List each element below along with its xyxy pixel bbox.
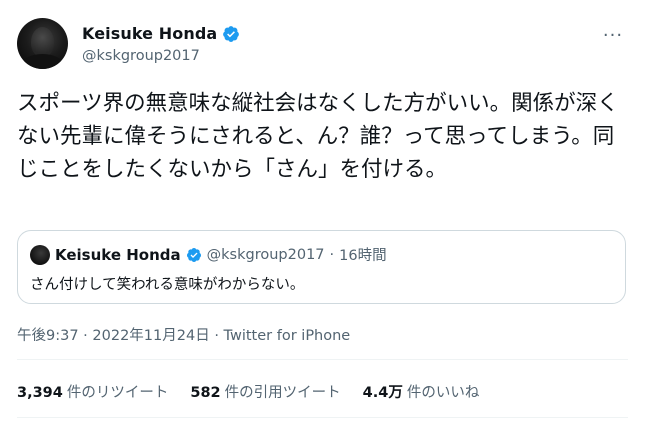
tweet-stats: 3,394 件のリツイート 582 件の引用ツイート 4.4万 件のいいね bbox=[17, 381, 479, 402]
quote-tweets-label: 件の引用ツイート bbox=[224, 385, 341, 401]
likes-label: 件のいいね bbox=[406, 385, 480, 401]
verified-badge-icon bbox=[223, 25, 240, 42]
tweet-header: Keisuke Honda @kskgroup2017 ··· bbox=[17, 16, 628, 72]
tweet-date[interactable]: 2022年11月24日 bbox=[92, 328, 209, 344]
quote-tweets-count: 582 bbox=[190, 385, 221, 401]
likes-count: 4.4万 bbox=[362, 385, 403, 401]
quoted-display-name: Keisuke Honda bbox=[55, 245, 181, 264]
tweet-text: スポーツ界の無意味な縦社会はなくした方がいい。関係が深くない先輩に偉そうにされる… bbox=[17, 91, 619, 182]
quoted-verified-badge-icon bbox=[186, 247, 201, 262]
quoted-tweet[interactable]: Keisuke Honda @kskgroup2017 · 16時間 さん付けし… bbox=[17, 230, 626, 304]
likes-stat[interactable]: 4.4万 件のいいね bbox=[363, 381, 480, 402]
tweet-timestamp: 午後9:37 · 2022年11月24日 · Twitter for iPhon… bbox=[17, 324, 350, 345]
retweets-stat[interactable]: 3,394 件のリツイート bbox=[17, 381, 168, 402]
quoted-time-ago: 16時間 bbox=[339, 248, 387, 264]
retweets-count: 3,394 bbox=[17, 385, 63, 401]
tweet-time[interactable]: 午後9:37 bbox=[17, 328, 79, 344]
divider bbox=[17, 359, 628, 360]
name-row: Keisuke Honda bbox=[82, 24, 240, 43]
author-display-name[interactable]: Keisuke Honda bbox=[82, 24, 217, 43]
timestamp-separator: · bbox=[83, 328, 88, 344]
avatar[interactable] bbox=[17, 18, 68, 69]
quoted-tweet-header: Keisuke Honda @kskgroup2017 · 16時間 bbox=[30, 244, 387, 265]
quoted-tweet-text: さん付けして笑われる意味がわからない。 bbox=[30, 277, 305, 293]
tweet-card: Keisuke Honda @kskgroup2017 ··· スポーツ界の無意… bbox=[0, 0, 645, 427]
tweet-source[interactable]: Twitter for iPhone bbox=[224, 328, 351, 344]
quoted-avatar bbox=[30, 244, 50, 265]
retweets-label: 件のリツイート bbox=[66, 385, 169, 401]
avatar-shoulders bbox=[21, 54, 64, 69]
author-handle[interactable]: @kskgroup2017 bbox=[82, 48, 200, 64]
quoted-handle: @kskgroup2017 bbox=[206, 246, 325, 263]
timestamp-separator-2: · bbox=[214, 328, 219, 344]
more-horizontal-icon[interactable]: ··· bbox=[602, 24, 624, 46]
quote-tweets-stat[interactable]: 582 件の引用ツイート bbox=[190, 381, 340, 402]
divider-bottom bbox=[17, 417, 628, 418]
quoted-separator: · bbox=[329, 246, 335, 263]
avatar-face bbox=[31, 27, 54, 57]
